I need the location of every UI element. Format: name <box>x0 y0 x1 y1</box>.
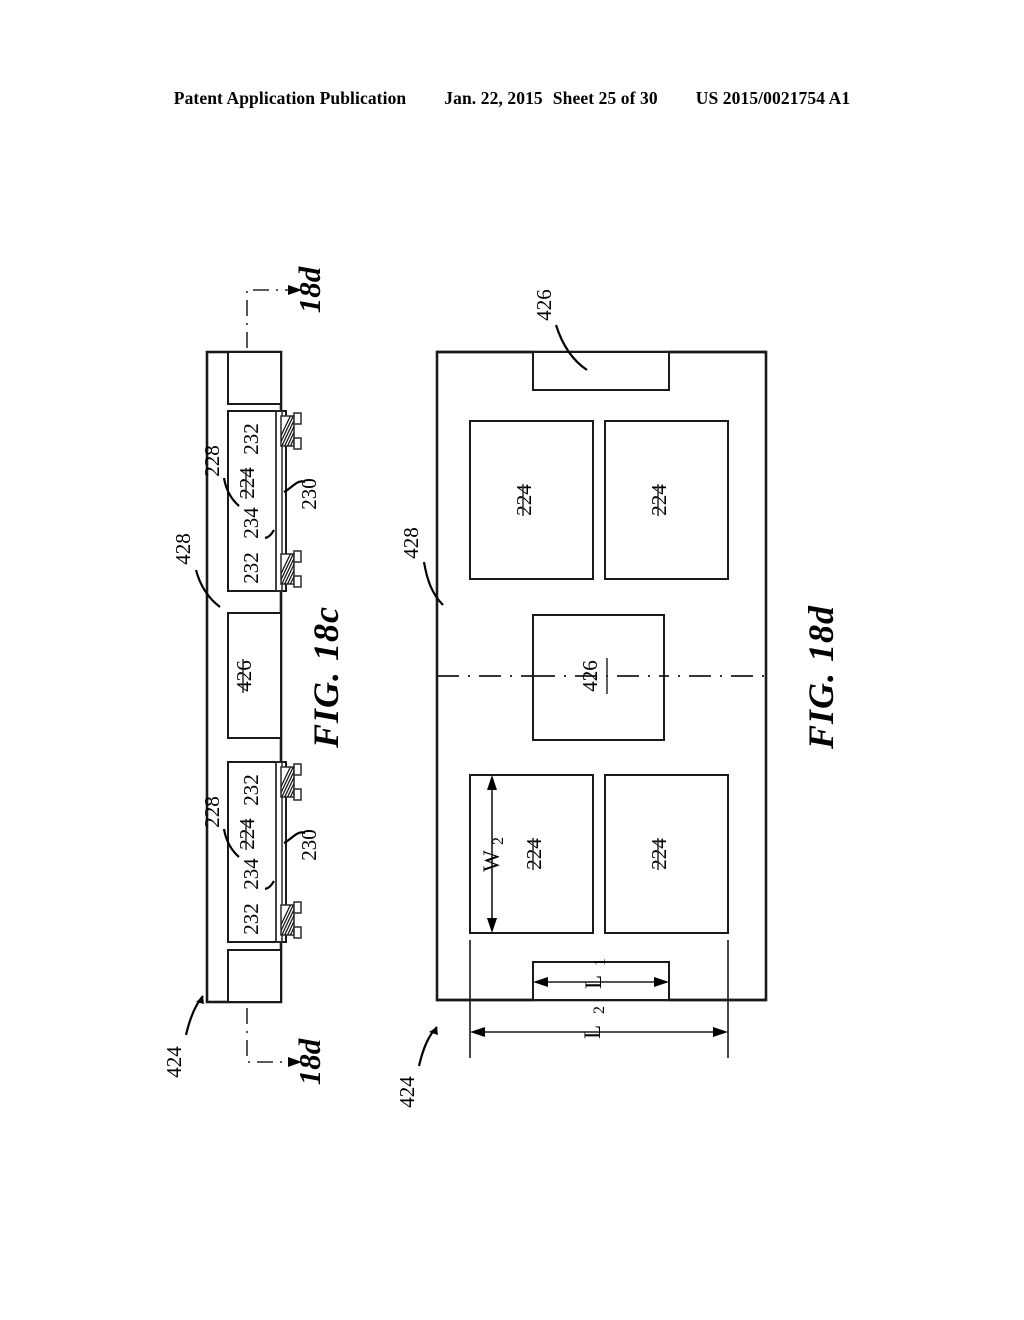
fig18d-l1-symbol: L <box>581 975 606 989</box>
fig18c-callout-424: 424 <box>162 995 204 1078</box>
figure-18c: 232 232 234 224 228 230 426 232 232 234 … <box>162 266 346 1085</box>
fig18d-l2-symbol: L <box>580 1025 605 1039</box>
fig18d-callout-424: 424 <box>395 1026 438 1108</box>
fig18c-callout-228-upper: 228 <box>200 445 224 477</box>
fig18c-upper-layer-label: 234 <box>239 507 263 539</box>
fig18c-lower-bump-label-b: 232 <box>239 903 263 935</box>
figure-18d: 426 224 224 224 224 426 W 2 L 1 L 2 428 … <box>395 289 841 1108</box>
fig18d-w2-subscript: 2 <box>490 837 507 845</box>
fig18d-die-1-label: 224 <box>512 484 536 516</box>
fig18d-callout-426-top-label: 426 <box>532 289 556 321</box>
fig18c-section-marker-bottom: 18d <box>246 1008 327 1085</box>
fig18c-center-block-label: 426 <box>232 660 256 692</box>
fig18c-section-label-bottom: 18d <box>292 1038 327 1085</box>
fig18c-section-label-top: 18d <box>292 266 327 313</box>
fig18c-bottom-cap-block <box>227 949 282 1003</box>
patent-figures-svg: 232 232 234 224 228 230 426 232 232 234 … <box>162 266 841 1108</box>
fig18c-callout-230-upper: 230 <box>297 478 321 510</box>
fig18d-die-3-label: 224 <box>522 838 546 870</box>
fig18c-upper-bump-label-b: 232 <box>239 552 263 584</box>
fig18c-center-block: 426 <box>227 612 282 739</box>
fig18d-callout-428-label: 428 <box>399 527 423 559</box>
fig18d-callout-424-label: 424 <box>395 1076 419 1108</box>
fig18c-callout-424-label: 424 <box>162 1046 186 1078</box>
fig18c-lower-layer-label: 234 <box>239 858 263 890</box>
fig18c-callout-428-label: 428 <box>171 533 195 565</box>
fig18d-die-2-label: 224 <box>647 484 671 516</box>
fig18c-upper-die-label: 224 <box>235 467 259 499</box>
fig18c-callout-230-lower: 230 <box>297 829 321 861</box>
fig18d-w2-symbol: W <box>479 850 504 872</box>
fig18d-l2-subscript: 2 <box>591 1006 608 1014</box>
fig18c-upper-bump-label-a: 232 <box>239 423 263 455</box>
fig18d-die-4-label: 224 <box>647 838 671 870</box>
fig18d-caption: FIG. 18d <box>801 605 841 750</box>
fig18c-lower-bump-label-a: 232 <box>239 774 263 806</box>
patent-sheet-page: Patent Application Publication Jan. 22, … <box>0 0 1024 1320</box>
drawing-canvas: 232 232 234 224 228 230 426 232 232 234 … <box>0 0 1024 1320</box>
fig18d-l1-subscript: 1 <box>592 958 609 966</box>
fig18c-section-marker-top: 18d <box>246 266 327 348</box>
fig18c-caption: FIG. 18c <box>306 606 346 749</box>
fig18c-callout-228-lower: 228 <box>200 796 224 828</box>
fig18c-lower-die-label: 224 <box>235 818 259 850</box>
fig18d-center-block-label: 426 <box>578 660 602 692</box>
fig18c-top-cap-block <box>227 351 282 405</box>
